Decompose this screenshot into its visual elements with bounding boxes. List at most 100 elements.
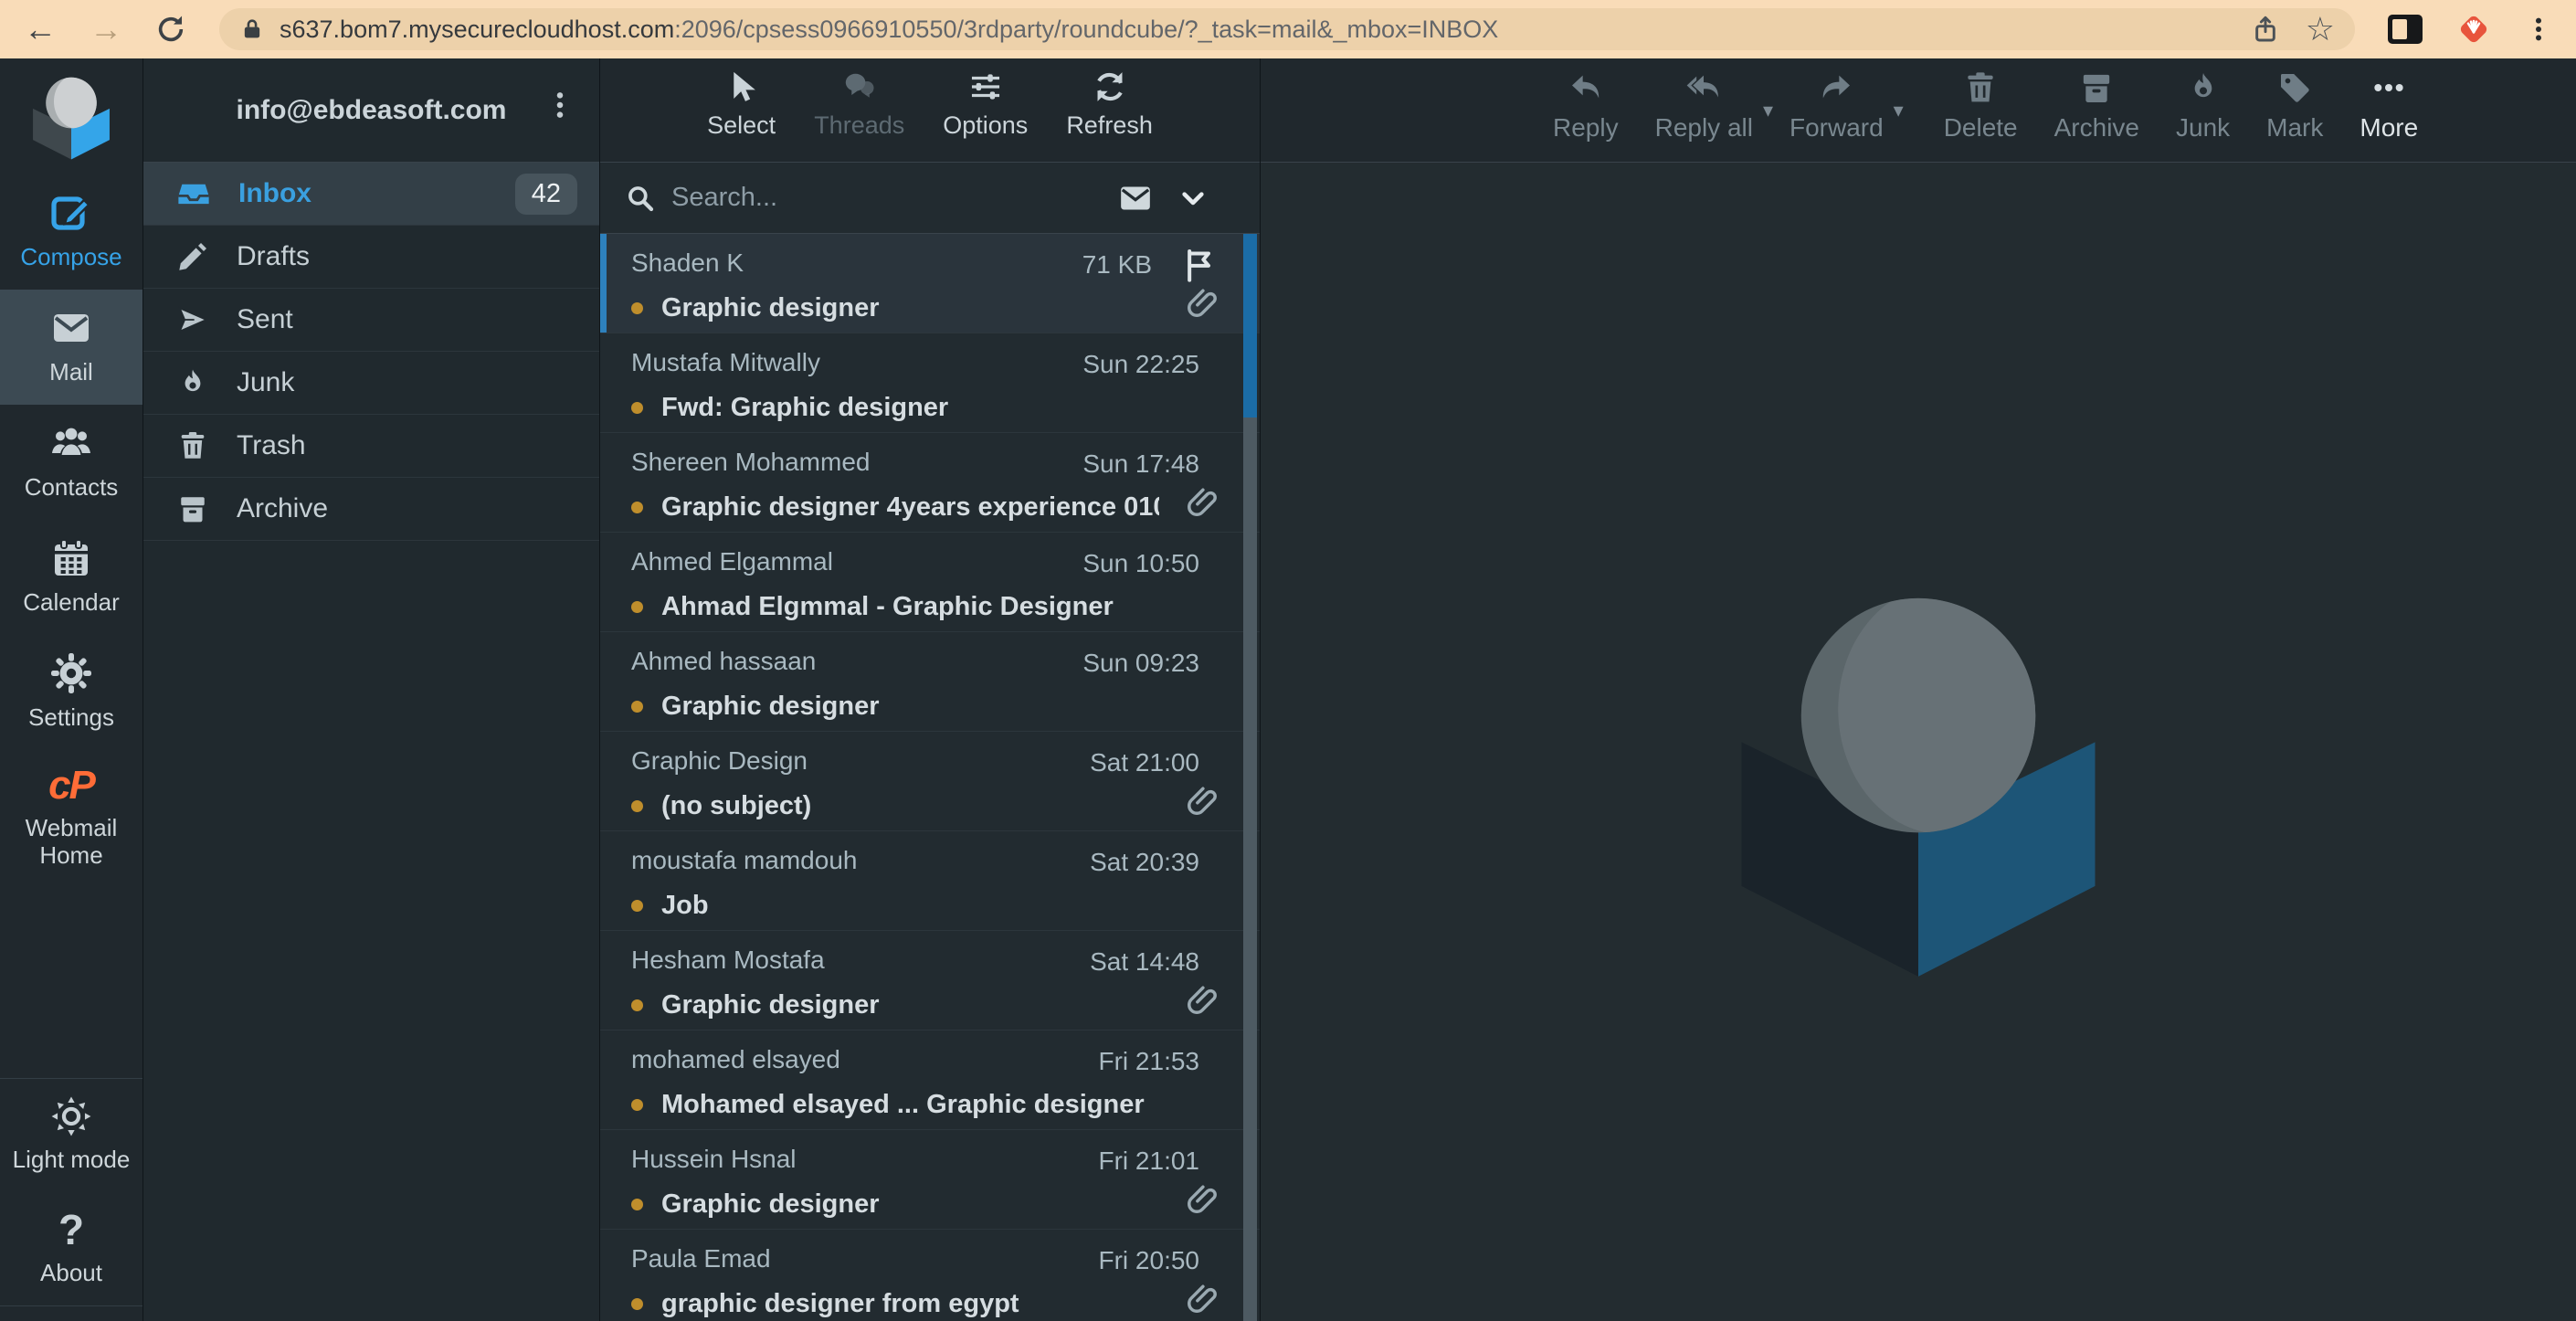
roundcube-watermark-logo	[1713, 561, 2124, 988]
message-row[interactable]: Mustafa Mitwally Sun 22:25 Fwd: Graphic …	[600, 333, 1260, 433]
message-toolbar: Reply Reply all ▾ Forward ▾	[1261, 58, 2576, 163]
sidebar-item-calendar[interactable]: Calendar	[0, 520, 143, 635]
sidebar-item-about[interactable]: ? About	[0, 1192, 143, 1306]
search-input[interactable]	[671, 183, 1101, 213]
webmail-app: Compose Mail Contacts Calendar Settings	[0, 58, 2576, 1321]
sidebar-item-mail[interactable]: Mail	[0, 290, 143, 405]
attachment-icon	[1187, 287, 1221, 326]
sidebar-item-label: Mail	[12, 359, 131, 386]
junk-button[interactable]: Junk	[2176, 69, 2230, 162]
archive-button[interactable]: Archive	[2054, 69, 2139, 162]
url-bar[interactable]: s637.bom7.mysecurecloudhost.com:2096/cps…	[219, 8, 2355, 50]
folder-item-drafts[interactable]: Drafts	[143, 226, 599, 289]
message-subject: graphic designer from egypt	[661, 1289, 1019, 1319]
list-scrollbar-thumb[interactable]	[1243, 234, 1257, 417]
options-button[interactable]: Options	[943, 69, 1028, 162]
select-button[interactable]: Select	[707, 69, 776, 162]
share-icon[interactable]	[2251, 15, 2280, 44]
unread-dot	[631, 1199, 643, 1210]
message-sender: Mustafa Mitwally	[631, 348, 1159, 377]
folder-item-sent[interactable]: Sent	[143, 289, 599, 352]
message-row[interactable]: Hesham Mostafa Sat 14:48 Graphic designe…	[600, 931, 1260, 1030]
sidebar-item-compose[interactable]: Compose	[0, 174, 143, 290]
sun-icon	[50, 1095, 92, 1137]
back-icon[interactable]: ←	[24, 13, 57, 46]
unread-dot	[631, 1099, 643, 1111]
message-sender: Paula Emad	[631, 1244, 1159, 1273]
browser-chrome: ← → s637.bom7.mysecurecloudhost.com:2096…	[0, 0, 2576, 58]
message-subject: Graphic designer	[661, 692, 880, 722]
message-row[interactable]: Shaden K 71 KB Graphic designer	[600, 234, 1260, 333]
sidebar-item-label: About	[12, 1260, 131, 1287]
forward-button[interactable]: Forward ▾	[1789, 69, 1884, 162]
unread-dot	[631, 302, 643, 314]
forward-dropdown-icon[interactable]: ▾	[1894, 99, 1904, 122]
reply-button[interactable]: Reply	[1553, 69, 1619, 162]
message-date: Fri 21:53	[1099, 1047, 1200, 1076]
reload-icon[interactable]	[155, 14, 186, 45]
contacts-icon	[49, 421, 93, 465]
message-sender: moustafa mamdouh	[631, 846, 1159, 875]
refresh-button[interactable]: Refresh	[1066, 69, 1153, 162]
reply-all-button[interactable]: Reply all ▾	[1655, 69, 1753, 162]
sidebar-item-label: Light mode	[12, 1147, 131, 1174]
search-options-chevron-icon[interactable]	[1179, 185, 1207, 212]
message-size: 71 KB	[1082, 250, 1152, 280]
flag-icon[interactable]	[1181, 247, 1218, 288]
delete-button[interactable]: Delete	[1944, 69, 2018, 162]
folder-item-archive[interactable]: Archive	[143, 478, 599, 541]
folder-label: Archive	[237, 493, 328, 524]
folder-item-junk[interactable]: Junk	[143, 352, 599, 415]
unread-dot	[631, 502, 643, 513]
browser-menu-icon[interactable]	[2525, 16, 2552, 43]
threads-button[interactable]: Threads	[814, 69, 904, 162]
url-text: s637.bom7.mysecurecloudhost.com:2096/cps…	[280, 16, 2236, 44]
message-row[interactable]: Paula Emad Fri 20:50 graphic designer fr…	[600, 1230, 1260, 1321]
message-subject: Fwd: Graphic designer	[661, 393, 948, 423]
message-row[interactable]: Shereen Mohammed Sun 17:48 Graphic desig…	[600, 433, 1260, 533]
sidebar-item-contacts[interactable]: Contacts	[0, 405, 143, 520]
message-row[interactable]: Hussein Hsnal Fri 21:01 Graphic designer	[600, 1130, 1260, 1230]
folder-options-icon[interactable]	[544, 90, 575, 125]
message-row[interactable]: Graphic Design Sat 21:00 (no subject)	[600, 732, 1260, 831]
message-sender: Graphic Design	[631, 746, 1159, 776]
flame-icon	[176, 366, 209, 399]
calendar-icon	[49, 536, 93, 580]
toolbar-label: Forward	[1789, 113, 1884, 143]
forward-icon[interactable]: →	[90, 13, 122, 46]
sidebar-item-label: Calendar	[12, 589, 131, 617]
sidebar-item-label: Settings	[12, 704, 131, 732]
list-scrollbar-track[interactable]	[1243, 234, 1257, 1321]
unread-dot	[631, 900, 643, 912]
folder-item-trash[interactable]: Trash	[143, 415, 599, 478]
message-row[interactable]: Ahmed Elgammal Sun 10:50 Ahmad Elgmmal -…	[600, 533, 1260, 632]
folder-item-inbox[interactable]: Inbox 42	[143, 163, 599, 226]
message-subject: Graphic designer	[661, 293, 880, 323]
reply-all-icon	[1685, 69, 1722, 106]
message-subject: Graphic designer 4years experience 01069…	[661, 492, 1159, 523]
message-row[interactable]: Ahmed hassaan Sun 09:23 Graphic designer	[600, 632, 1260, 732]
more-button[interactable]: More	[2360, 69, 2418, 162]
sidebar-item-settings[interactable]: Settings	[0, 635, 143, 750]
search-scope-mail-icon[interactable]	[1117, 180, 1154, 217]
extension-icon[interactable]	[2455, 11, 2492, 48]
reply-all-dropdown-icon[interactable]: ▾	[1763, 99, 1773, 122]
side-panel-icon[interactable]	[2388, 15, 2423, 44]
tag-icon	[2276, 69, 2313, 106]
bookmark-star-icon[interactable]: ☆	[2306, 13, 2335, 46]
toolbar-label: Archive	[2054, 113, 2139, 143]
list-toolbar: Select Threads Options Refresh	[600, 58, 1260, 163]
unread-count-badge: 42	[515, 174, 577, 215]
mark-button[interactable]: Mark	[2266, 69, 2323, 162]
message-date: Sat 20:39	[1090, 848, 1199, 877]
forward-arrow-icon	[1818, 69, 1854, 106]
folder-label: Inbox	[238, 178, 311, 209]
toolbar-label: Delete	[1944, 113, 2018, 143]
sidebar-item-webmail-home[interactable]: cP Webmail Home	[0, 749, 143, 888]
message-date: Sun 22:25	[1082, 350, 1199, 379]
attachment-icon	[1187, 785, 1221, 824]
sidebar-item-light-mode[interactable]: Light mode	[0, 1079, 143, 1192]
message-row[interactable]: moustafa mamdouh Sat 20:39 Job	[600, 831, 1260, 931]
message-row[interactable]: mohamed elsayed Fri 21:53 Mohamed elsaye…	[600, 1030, 1260, 1130]
folder-label: Drafts	[237, 241, 310, 272]
